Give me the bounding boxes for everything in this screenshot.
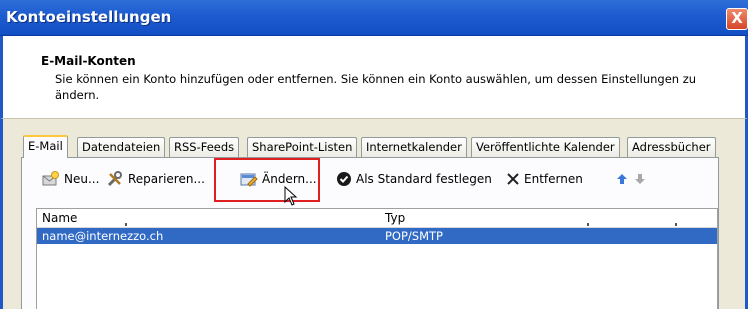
toolbar: Neu... Reparieren... Ändern... Als Stand… xyxy=(36,168,716,190)
account-type: POP/SMTP xyxy=(385,229,443,243)
remove-button-label: Entfernen xyxy=(524,172,583,186)
close-icon: X xyxy=(731,9,743,27)
column-header-type[interactable]: Typ xyxy=(385,211,405,225)
arrow-down-icon xyxy=(635,174,645,184)
column-header-name[interactable]: Name xyxy=(42,211,77,225)
tools-icon xyxy=(107,171,122,187)
account-name: name@internezzo.ch xyxy=(42,229,164,243)
arrow-up-icon xyxy=(617,174,627,184)
tab-panel-email: Neu... Reparieren... Ändern... Als Stand… xyxy=(21,157,719,309)
title-bar: Kontoeinstellungen X xyxy=(0,0,748,36)
delete-x-icon xyxy=(507,173,519,185)
repair-button[interactable]: Reparieren... xyxy=(106,170,205,188)
dialog-body: E-Mail Datendateien RSS-Feeds SharePoint… xyxy=(0,118,748,309)
window-title: Kontoeinstellungen xyxy=(6,8,172,26)
column-divider[interactable] xyxy=(125,223,127,226)
new-button-label: Neu... xyxy=(64,172,100,186)
tab-internetkalender[interactable]: Internetkalender xyxy=(361,137,467,157)
section-heading: E-Mail-Konten xyxy=(41,54,136,68)
tab-email[interactable]: E-Mail xyxy=(23,135,68,158)
tab-veroeffentlichte-kalender[interactable]: Veröffentlichte Kalender xyxy=(471,137,620,157)
list-header: Name Typ xyxy=(37,209,717,228)
highlight-box xyxy=(214,158,320,202)
move-down-button[interactable] xyxy=(634,170,646,188)
tab-adressbuecher[interactable]: Adressbücher xyxy=(627,137,716,157)
tab-sharepoint-listen[interactable]: SharePoint-Listen xyxy=(247,137,358,157)
repair-button-label: Reparieren... xyxy=(128,172,205,186)
section-description: Sie können ein Konto hinzufügen oder ent… xyxy=(55,72,697,102)
new-button[interactable]: Neu... xyxy=(42,170,99,188)
move-up-button[interactable] xyxy=(616,170,628,188)
new-account-icon xyxy=(42,171,59,186)
remove-button[interactable]: Entfernen xyxy=(506,170,583,188)
column-divider[interactable] xyxy=(675,223,677,226)
account-list[interactable]: Name Typ name@internezzo.ch POP/SMTP xyxy=(36,208,718,309)
column-divider[interactable] xyxy=(587,223,589,226)
dialog-header: E-Mail-Konten Sie können ein Konto hinzu… xyxy=(0,36,748,118)
close-button[interactable]: X xyxy=(726,8,748,30)
mouse-cursor-icon xyxy=(284,186,298,206)
tab-datendateien[interactable]: Datendateien xyxy=(77,137,166,157)
set-default-button[interactable]: Als Standard festlegen xyxy=(336,170,492,188)
tab-rss-feeds[interactable]: RSS-Feeds xyxy=(169,137,240,157)
set-default-button-label: Als Standard festlegen xyxy=(356,172,492,186)
checkmark-icon xyxy=(337,172,351,186)
list-row-selected[interactable]: name@internezzo.ch POP/SMTP xyxy=(37,228,717,244)
